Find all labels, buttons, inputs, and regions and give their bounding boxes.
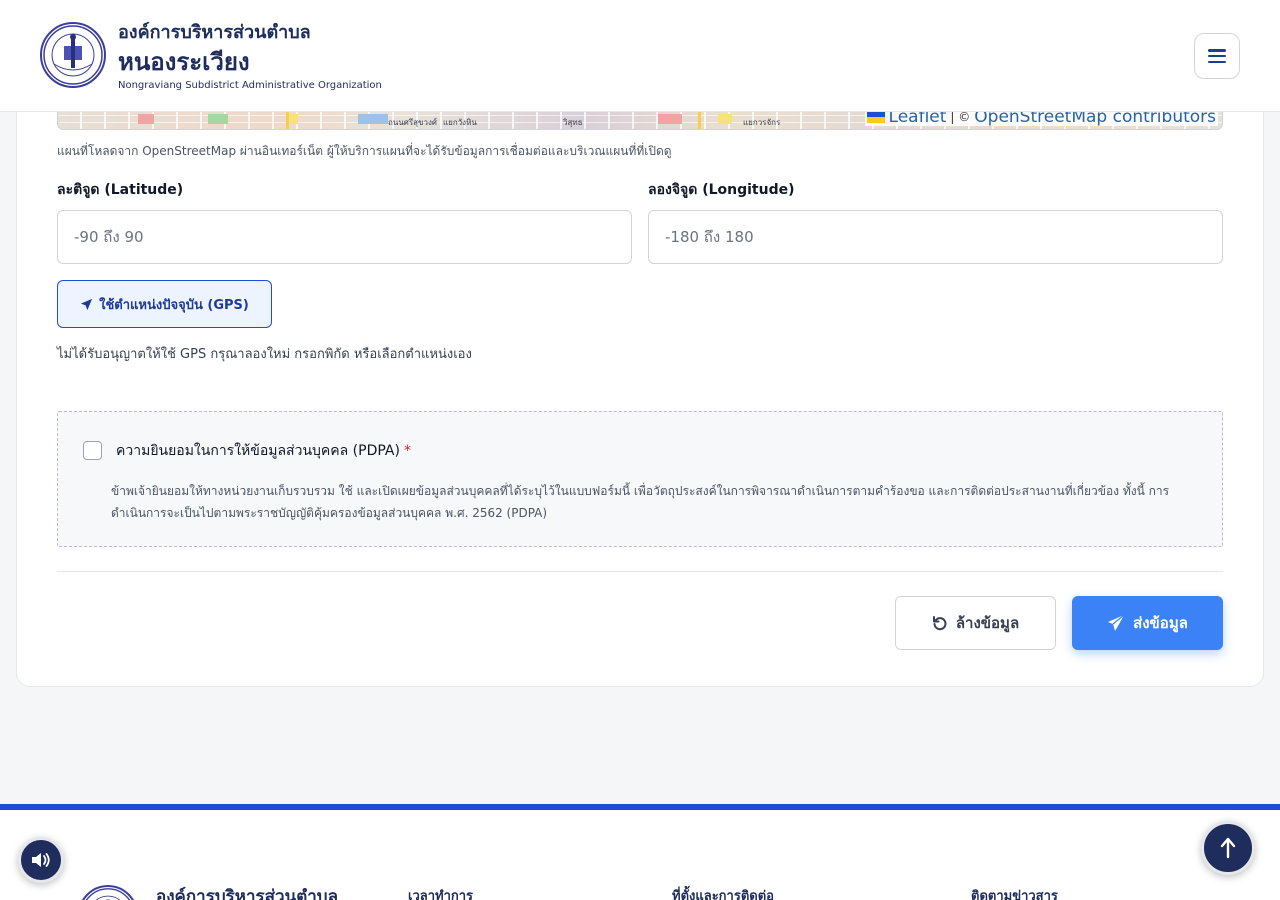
map-block	[208, 114, 228, 124]
gps-status-note: ไม่ได้รับอนุญาตให้ใช้ GPS กรุณาลองใหม่ ก…	[57, 347, 472, 362]
paper-plane-icon	[1108, 614, 1125, 631]
back-to-top-button[interactable]	[1201, 821, 1255, 875]
map-road	[698, 112, 701, 129]
footer-contact-heading: ที่ตั้งและการติดต่อ	[672, 889, 774, 900]
arrow-up-icon	[1220, 837, 1236, 859]
map-label: ถนนศรีสุขวงศ์	[388, 118, 437, 127]
location-map[interactable]: ถนนศรีสุขวงศ์ แยกวังหิน วิสุทธ แยกวรจักร…	[57, 112, 1223, 130]
map-label: วิสุทธ	[563, 118, 583, 127]
clear-label: ล้างข้อมูล	[955, 614, 1020, 632]
pdpa-checkbox[interactable]	[83, 441, 102, 460]
map-block	[138, 114, 154, 124]
map-block	[358, 114, 388, 124]
map-privacy-note: แผนที่โหลดจาก OpenStreetMap ผ่านอินเทอร์…	[57, 144, 672, 158]
reset-icon	[932, 616, 947, 631]
map-block	[718, 114, 732, 124]
site-header: องค์การบริหารส่วนตำบล หนองระเวียง Nongra…	[0, 0, 1280, 112]
longitude-input[interactable]	[648, 210, 1223, 264]
submit-label: ส่งข้อมูล	[1133, 614, 1188, 632]
hamburger-menu-icon	[1208, 49, 1226, 63]
pdpa-description: ข้าพเจ้ายินยอมให้ทางหน่วยงานเก็บรวบรวม ใ…	[111, 484, 1170, 520]
map-block	[658, 114, 682, 124]
text-to-speech-button[interactable]	[18, 837, 64, 883]
map-road	[286, 112, 289, 129]
footer-org-title: องค์การบริหารส่วนตำบล	[156, 887, 338, 900]
map-attribution: Leaflet | © OpenStreetMap contributors	[864, 112, 1218, 127]
attribution-separator: | ©	[950, 112, 971, 124]
org-name: หนองระเวียง	[118, 48, 250, 76]
footer-news-heading: ติดตามข่าวสาร	[971, 889, 1058, 900]
org-logo[interactable]	[40, 22, 106, 88]
speaker-icon	[32, 853, 50, 867]
hamburger-menu-button[interactable]	[1194, 33, 1240, 79]
pdpa-consent-box: ความยินยอมในการให้ข้อมูลส่วนบุคคล (PDPA)…	[57, 411, 1223, 547]
osm-link[interactable]: OpenStreetMap contributors	[974, 112, 1216, 127]
latitude-label: ละติจูด (Latitude)	[57, 182, 184, 198]
footer-logo	[78, 885, 138, 900]
map-label: แยกวรจักร	[743, 118, 781, 127]
map-label: แยกวังหิน	[443, 118, 477, 127]
pdpa-title[interactable]: ความยินยอมในการให้ข้อมูลส่วนบุคคล (PDPA)…	[116, 440, 411, 462]
clear-button[interactable]: ล้างข้อมูล	[895, 596, 1056, 650]
org-name-en: Nongraviang Subdistrict Administrative O…	[118, 80, 382, 91]
location-arrow-icon	[81, 298, 93, 310]
leaflet-link[interactable]: Leaflet	[889, 112, 947, 127]
longitude-label: ลองจิจูด (Longitude)	[648, 182, 795, 198]
form-divider	[57, 571, 1223, 572]
latitude-input[interactable]	[57, 210, 632, 264]
map-block	[288, 114, 298, 124]
site-footer: องค์การบริหารส่วนตำบล เวลาทำการ ที่ตั้งแ…	[0, 804, 1280, 900]
pdpa-title-text: ความยินยอมในการให้ข้อมูลส่วนบุคคล (PDPA)	[116, 443, 400, 459]
use-gps-button[interactable]: ใช้ตำแหน่งปัจจุบัน (GPS)	[57, 280, 272, 328]
submit-button[interactable]: ส่งข้อมูล	[1072, 596, 1223, 650]
required-mark: *	[403, 443, 411, 459]
footer-hours-heading: เวลาทำการ	[408, 889, 474, 900]
use-gps-label: ใช้ตำแหน่งปัจจุบัน (GPS)	[99, 297, 249, 313]
ukraine-flag-icon	[866, 112, 885, 123]
